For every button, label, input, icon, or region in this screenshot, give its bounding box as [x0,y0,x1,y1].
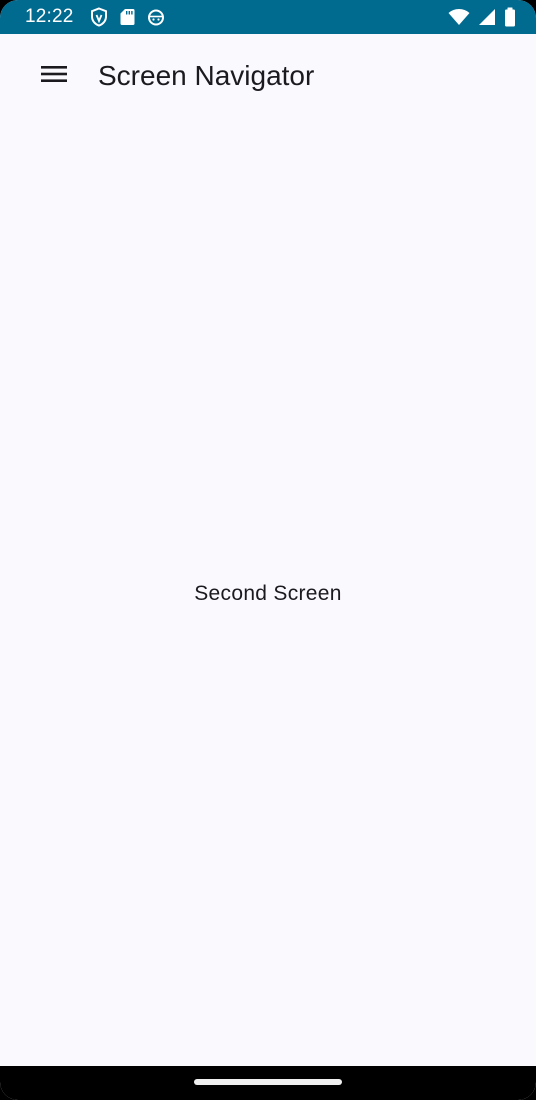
sd-card-icon [120,8,135,26]
wifi-icon [448,8,470,26]
app-bar-title: Screen Navigator [98,60,315,91]
top-app-bar: Screen Navigator [0,34,536,118]
home-gesture-handle[interactable] [194,1078,342,1085]
main-content: Second Screen [0,118,536,1066]
menu-icon [40,64,68,89]
status-time: 12:22 [25,6,74,27]
status-right-icons [448,7,516,27]
status-left-icons [90,7,165,27]
gesture-navigation-bar [0,1066,536,1100]
status-bar: 12:22 [0,0,536,34]
navigation-menu-button[interactable] [26,48,82,104]
shield-icon [90,7,108,27]
cell-signal-icon [478,8,496,26]
screen-label: Second Screen [194,582,342,605]
battery-icon [504,7,516,27]
device-screen: 12:22 Screen Navigator Second Screen [0,0,536,1100]
android-debug-icon [147,8,165,26]
